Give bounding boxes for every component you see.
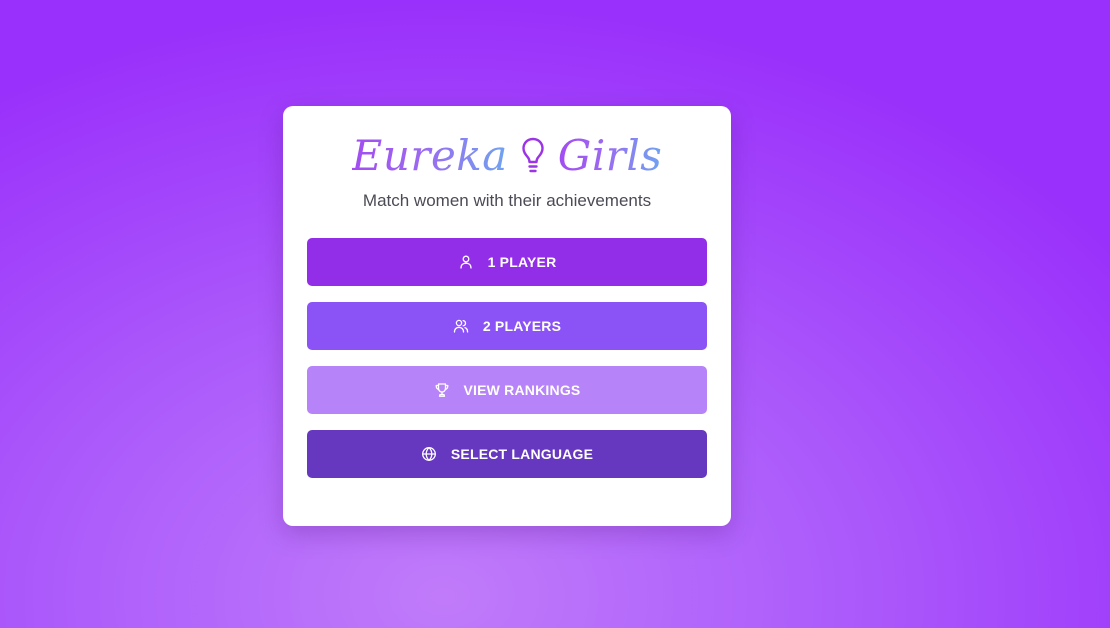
two-players-button[interactable]: 2 PLAYERS bbox=[307, 302, 707, 350]
subtitle: Match women with their achievements bbox=[362, 191, 652, 210]
one-player-button[interactable]: 1 PLAYER bbox=[307, 238, 707, 286]
globe-icon bbox=[421, 446, 437, 462]
main-menu-card: Eureka Girls Match women with their achi… bbox=[283, 106, 731, 526]
trophy-icon bbox=[434, 382, 450, 398]
view-rankings-label: VIEW RANKINGS bbox=[463, 382, 581, 398]
view-rankings-button[interactable]: VIEW RANKINGS bbox=[307, 366, 707, 414]
app-title: Eureka Girls bbox=[283, 128, 731, 184]
user-icon bbox=[458, 254, 474, 270]
users-icon bbox=[453, 318, 469, 334]
title-word-left: Eureka bbox=[352, 128, 508, 184]
title-word-right: Girls bbox=[558, 128, 663, 184]
select-language-button[interactable]: SELECT LANGUAGE bbox=[307, 430, 707, 478]
select-language-label: SELECT LANGUAGE bbox=[450, 446, 594, 462]
two-players-label: 2 PLAYERS bbox=[482, 318, 562, 334]
lightbulb-icon bbox=[520, 136, 546, 176]
one-player-label: 1 PLAYER bbox=[487, 254, 557, 270]
